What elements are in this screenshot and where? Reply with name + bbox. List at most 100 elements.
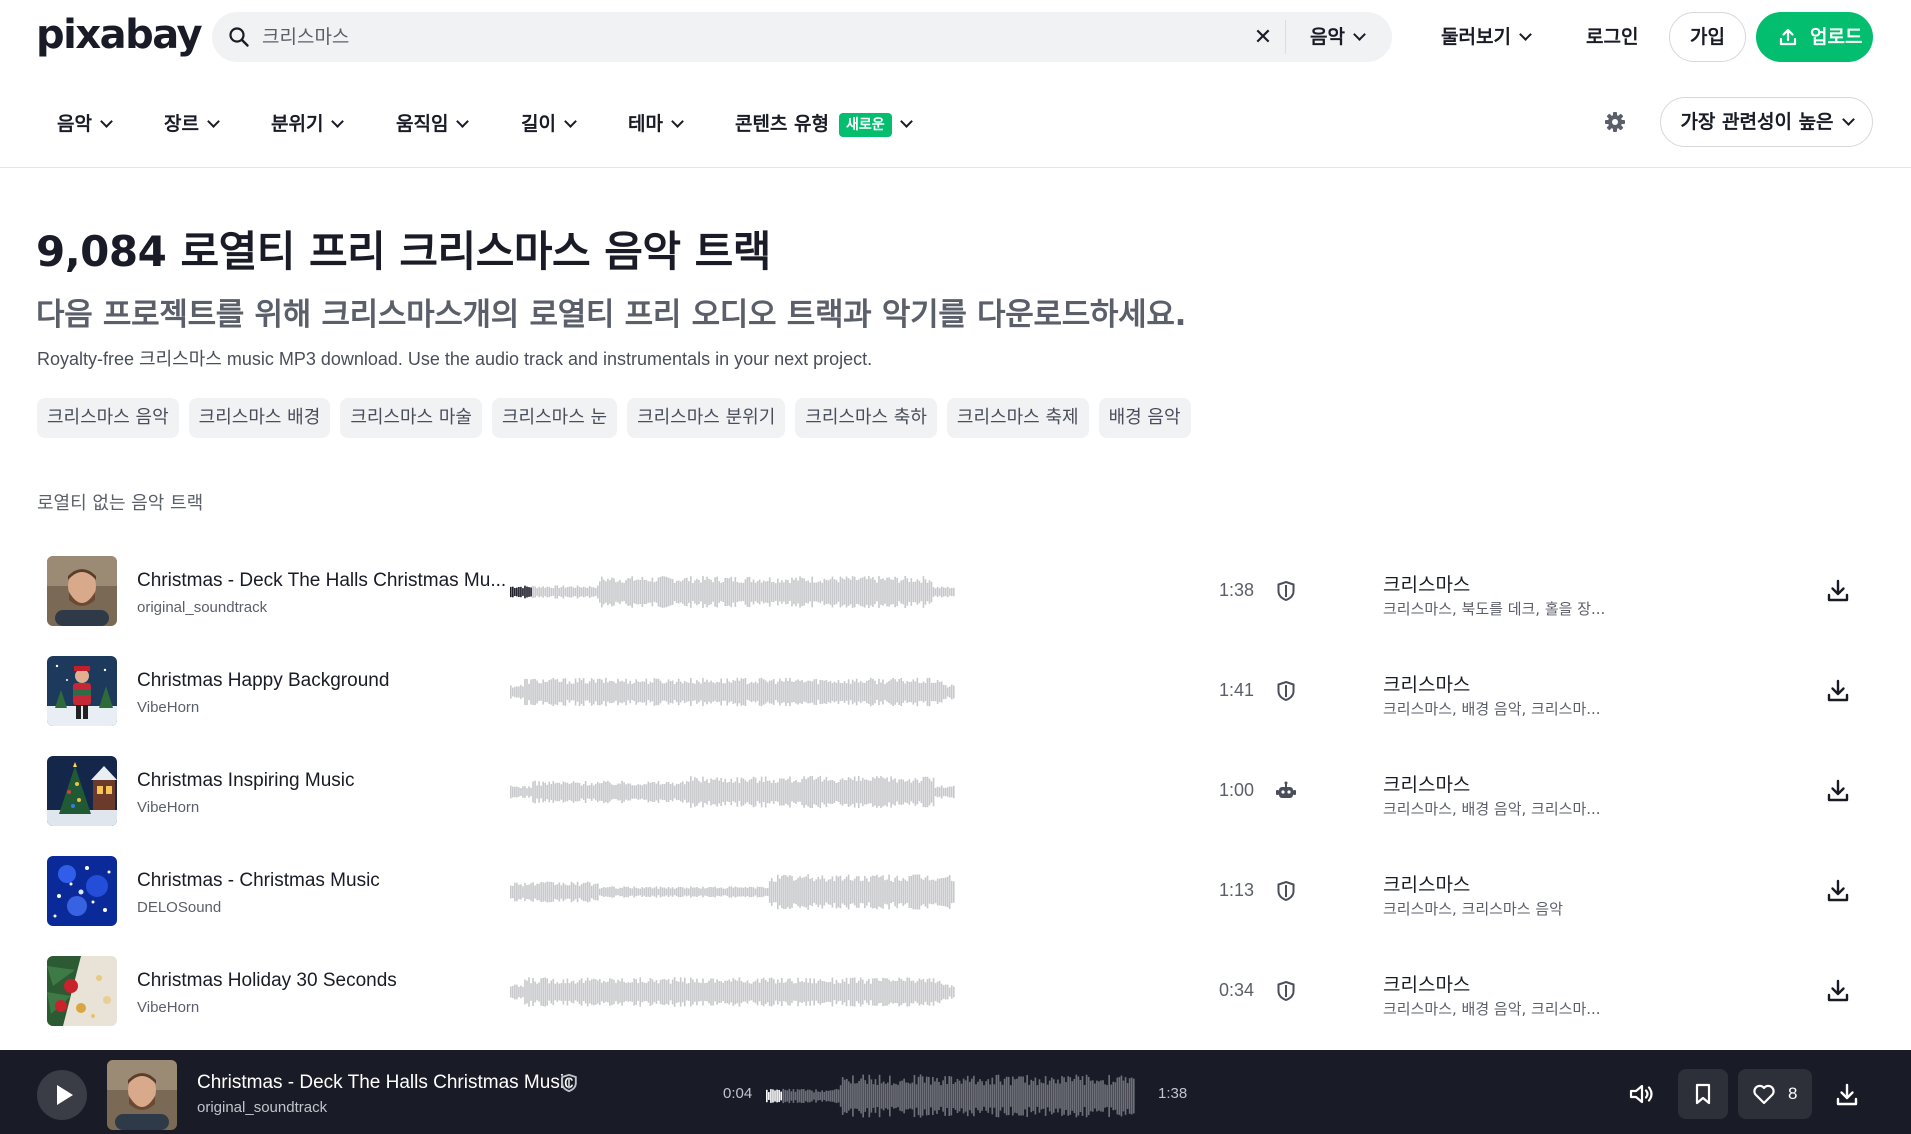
search-bar[interactable]: 크리스마스 ✕ 음악 xyxy=(212,12,1392,62)
track-tags: 크리스마스, 배경 음악, 크리스마... xyxy=(1383,800,1601,818)
track-title[interactable]: Christmas Happy Background xyxy=(137,670,389,692)
track-title[interactable]: Christmas Inspiring Music xyxy=(137,770,355,792)
track-category[interactable]: 크리스마스 xyxy=(1383,970,1470,997)
shield-icon xyxy=(1277,580,1295,602)
gear-icon[interactable] xyxy=(1603,110,1627,134)
chevron-down-icon xyxy=(100,115,113,128)
filter-length-label: 길이 xyxy=(521,113,556,135)
explore-label: 둘러보기 xyxy=(1441,26,1511,48)
new-badge: 새로운 xyxy=(839,113,892,137)
download-icon[interactable] xyxy=(1825,678,1851,704)
like-count: 8 xyxy=(1788,1084,1798,1103)
track-duration: 1:38 xyxy=(1219,580,1255,600)
signup-button[interactable]: 가입 xyxy=(1669,12,1746,62)
track-title[interactable]: Christmas Holiday 30 Seconds xyxy=(137,970,397,992)
page-description: Royalty-free 크리스마스 music MP3 download. U… xyxy=(37,349,873,369)
filter-content-type[interactable]: 콘텐츠 유형 새로운 xyxy=(735,110,913,138)
track-thumbnail[interactable] xyxy=(47,556,117,626)
player-waveform[interactable] xyxy=(766,1072,1135,1120)
sort-dropdown[interactable]: 가장 관련성이 높은 xyxy=(1660,97,1873,147)
login-link[interactable]: 로그인 xyxy=(1586,12,1638,62)
related-tag[interactable]: 크리스마스 분위기 xyxy=(627,398,786,438)
track-waveform[interactable] xyxy=(510,873,955,911)
track-author[interactable]: original_soundtrack xyxy=(137,599,267,616)
track-waveform[interactable] xyxy=(510,573,955,611)
related-tag[interactable]: 크리스마스 축제 xyxy=(946,398,1089,438)
media-type-dropdown[interactable]: 음악 xyxy=(1310,12,1366,62)
track-title[interactable]: Christmas - Christmas Music xyxy=(137,870,380,892)
volume-icon[interactable] xyxy=(1628,1082,1654,1106)
track-category[interactable]: 크리스마스 xyxy=(1383,770,1470,797)
total-time: 1:38 xyxy=(1158,1085,1188,1102)
robot-icon xyxy=(1276,781,1296,798)
track-author[interactable]: VibeHorn xyxy=(137,799,199,816)
bookmark-icon xyxy=(1695,1083,1711,1105)
track-category[interactable]: 크리스마스 xyxy=(1383,670,1470,697)
track-category[interactable]: 크리스마스 xyxy=(1383,570,1470,597)
download-icon[interactable] xyxy=(1825,978,1851,1004)
track-duration: 1:13 xyxy=(1219,880,1255,900)
shield-icon xyxy=(1277,680,1295,702)
track-author[interactable]: VibeHorn xyxy=(137,699,199,716)
player-track-title[interactable]: Christmas - Deck The Halls Christmas Mus… xyxy=(197,1072,574,1094)
track-tags: 크리스마스, 크리스마스 음악 xyxy=(1383,900,1563,918)
track-category[interactable]: 크리스마스 xyxy=(1383,870,1470,897)
track-waveform[interactable] xyxy=(510,773,955,811)
track-tags: 크리스마스, 배경 음악, 크리스마... xyxy=(1383,1000,1601,1018)
track-duration: 0:34 xyxy=(1219,980,1255,1000)
track-thumbnail[interactable] xyxy=(47,656,117,726)
download-icon[interactable] xyxy=(1825,878,1851,904)
related-tag[interactable]: 크리스마스 음악 xyxy=(37,398,179,438)
pixabay-logo[interactable]: pixabay xyxy=(36,12,203,58)
filter-bar: 음악 장르 분위기 움직임 길이 테마 콘텐츠 유형 새로운 가장 관련성이 높은 xyxy=(0,80,1911,168)
related-tags: 크리스마스 음악 크리스마스 배경 크리스마스 마술 크리스마스 눈 크리스마스… xyxy=(37,398,1201,438)
search-input[interactable]: 크리스마스 xyxy=(262,12,349,62)
track-tags: 크리스마스, 배경 음악, 크리스마... xyxy=(1383,700,1601,718)
current-time: 0:04 xyxy=(723,1085,753,1102)
track-waveform[interactable] xyxy=(510,673,955,711)
track-thumbnail[interactable] xyxy=(47,756,117,826)
track-thumbnail[interactable] xyxy=(47,856,117,926)
filter-movement[interactable]: 움직임 xyxy=(396,110,470,138)
related-tag[interactable]: 배경 음악 xyxy=(1098,398,1191,438)
player-track-author[interactable]: original_soundtrack xyxy=(197,1099,327,1116)
page-subtitle: 다음 프로젝트를 위해 크리스마스개의 로열티 프리 오디오 트랙과 악기를 다… xyxy=(36,297,1187,333)
related-tag[interactable]: 크리스마스 축하 xyxy=(795,398,937,438)
chevron-down-icon xyxy=(1519,28,1532,41)
page-title: 9,084 로열티 프리 크리스마스 음악 트랙 xyxy=(36,227,771,276)
play-button[interactable] xyxy=(37,1070,87,1120)
track-duration: 1:41 xyxy=(1219,680,1255,700)
top-header: pixabay 크리스마스 ✕ 음악 둘러보기 로그인 가입 업로드 xyxy=(0,0,1911,74)
filter-movement-label: 움직임 xyxy=(396,113,449,135)
download-icon[interactable] xyxy=(1825,578,1851,604)
chevron-down-icon xyxy=(331,115,345,128)
search-icon xyxy=(229,27,249,47)
filter-music[interactable]: 음악 xyxy=(57,110,113,138)
player-thumbnail[interactable] xyxy=(107,1060,177,1130)
filter-theme[interactable]: 테마 xyxy=(628,110,684,138)
upload-button[interactable]: 업로드 xyxy=(1756,12,1873,62)
chevron-down-icon xyxy=(671,115,684,128)
track-waveform[interactable] xyxy=(510,973,955,1011)
download-icon[interactable] xyxy=(1834,1082,1860,1108)
related-tag[interactable]: 크리스마스 마술 xyxy=(340,398,482,438)
explore-menu[interactable]: 둘러보기 xyxy=(1441,12,1532,62)
chevron-down-icon xyxy=(207,115,220,128)
chevron-down-icon xyxy=(1841,113,1855,126)
filter-mood[interactable]: 분위기 xyxy=(271,110,345,138)
track-row: Christmas Holiday 30 Seconds VibeHorn 0:… xyxy=(37,956,1873,1038)
track-title[interactable]: Christmas - Deck The Halls Christmas Mu.… xyxy=(137,570,506,592)
track-author[interactable]: VibeHorn xyxy=(137,999,199,1016)
clear-search-icon[interactable]: ✕ xyxy=(1250,24,1276,50)
track-author[interactable]: DELOSound xyxy=(137,899,221,916)
related-tag[interactable]: 크리스마스 눈 xyxy=(491,398,618,438)
filter-genre[interactable]: 장르 xyxy=(164,110,220,138)
like-button[interactable]: 8 xyxy=(1738,1069,1812,1119)
track-tags: 크리스마스, 북도를 데크, 홀을 장... xyxy=(1383,600,1606,618)
chevron-down-icon xyxy=(456,115,470,128)
download-icon[interactable] xyxy=(1825,778,1851,804)
track-thumbnail[interactable] xyxy=(47,956,117,1026)
related-tag[interactable]: 크리스마스 배경 xyxy=(188,398,331,438)
bookmark-button[interactable] xyxy=(1678,1069,1728,1119)
filter-length[interactable]: 길이 xyxy=(521,110,577,138)
